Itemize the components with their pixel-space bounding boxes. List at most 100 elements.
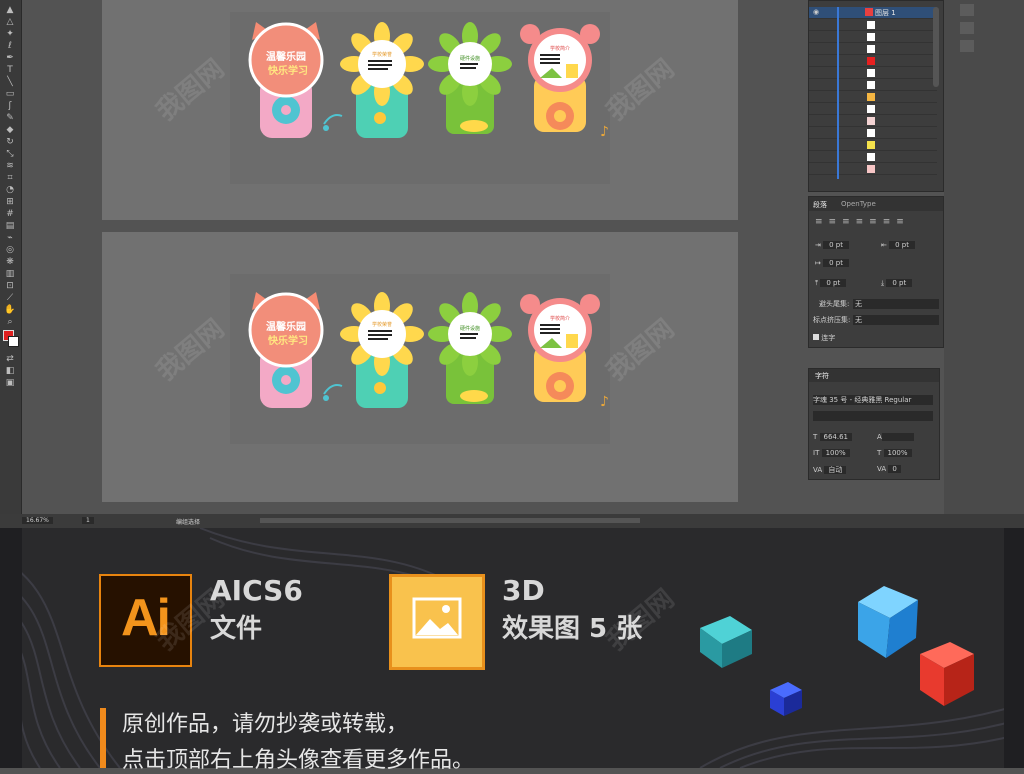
sign-group-top[interactable]: 温馨乐园 快乐学习 学校荣誉 硬件设施 学校简介 ♪	[240, 18, 620, 148]
dock-panel-icon[interactable]	[960, 4, 974, 16]
slice-tool-icon[interactable]: ⟋	[3, 293, 17, 304]
sign-group-bottom[interactable]: 温馨乐园 快乐学习 学校荣誉 硬件设施 学校简介 ♪	[240, 288, 620, 418]
mesh-tool-icon[interactable]: #	[3, 209, 17, 220]
status-bar: 16.67% 1 编组选择	[0, 514, 1024, 528]
horizontal-scrollbar[interactable]	[260, 518, 640, 523]
font-family-select[interactable]: 字魂 35 号 - 经典雅黑 Regular	[813, 395, 933, 405]
shape-builder-tool-icon[interactable]: ◔	[3, 185, 17, 196]
visibility-eye-icon[interactable]: ◉	[813, 8, 819, 16]
svg-text:♪: ♪	[600, 124, 609, 140]
right-dock	[944, 0, 1024, 528]
sublayer-row[interactable]	[809, 55, 937, 67]
font-size-field[interactable]: T 664.61	[813, 433, 853, 441]
dock-panel-icon[interactable]	[960, 40, 974, 52]
note-line-2: 点击顶部右上角头像查看更多作品。	[122, 748, 475, 773]
pen-tool-icon[interactable]: ✒	[3, 53, 17, 64]
rotate-tool-icon[interactable]: ↻	[3, 137, 17, 148]
sublayer-row[interactable]	[809, 67, 937, 79]
magic-wand-tool-icon[interactable]: ✦	[3, 29, 17, 40]
left-edge-strip	[0, 528, 22, 768]
mojikumi-label: 标点挤压集:	[813, 316, 851, 324]
tab-opentype[interactable]: OpenType	[841, 200, 876, 208]
fill-stroke-swatch[interactable]	[3, 330, 19, 352]
sublayer-row[interactable]	[809, 79, 937, 91]
sign1-line2-copy: 快乐学习	[267, 334, 308, 347]
selection-tool-icon[interactable]: ▲	[3, 5, 17, 16]
layer-row-top[interactable]: ◉ 图层 1	[809, 7, 937, 19]
kinsoku-select[interactable]: 无	[853, 299, 939, 309]
paintbrush-tool-icon[interactable]: ʃ	[3, 101, 17, 112]
paragraph-panel: 段落 OpenType ≡≡≡≡≡≡≡ ⇥ 0 pt ⇤ 0 pt ↦ 0 pt…	[808, 196, 944, 348]
sublayer-row[interactable]	[809, 91, 937, 103]
leading-field[interactable]: A	[877, 433, 914, 441]
svg-text:♪: ♪	[600, 394, 609, 410]
rectangle-tool-icon[interactable]: ▭	[3, 89, 17, 100]
layers-scrollbar[interactable]	[933, 7, 939, 87]
page-select[interactable]: 1	[82, 517, 94, 524]
right-edge-strip	[1004, 528, 1024, 768]
screen-mode-icon[interactable]: ▣	[3, 378, 17, 389]
width-tool-icon[interactable]: ≋	[3, 161, 17, 172]
kerning-field[interactable]: VA 自动	[813, 465, 847, 475]
illustrator-window: ▲ △ ✦ ℓ ✒ T ╲ ▭ ʃ ✎ ◆ ↻ ⤡ ≋ ⌗ ◔ ⊞ # ▤ ⌁ …	[0, 0, 1024, 528]
perspective-grid-tool-icon[interactable]: ⊞	[3, 197, 17, 208]
hyphenate-row[interactable]: 连字	[813, 333, 835, 343]
sign2-title-copy: 学校荣誉	[372, 321, 392, 328]
sublayer-row[interactable]	[809, 19, 937, 31]
sublayer-row[interactable]	[809, 103, 937, 115]
indent-right-field[interactable]: ⇤ 0 pt	[881, 241, 915, 249]
sign4-title-copy: 学校简介	[550, 315, 570, 322]
mojikumi-row: 标点挤压集: 无	[813, 315, 939, 325]
tracking-field[interactable]: VA 0	[877, 465, 901, 473]
layer-name[interactable]: 图层 1	[875, 8, 896, 18]
render-title: 3D	[502, 574, 545, 607]
sign4-title: 学校简介	[550, 45, 570, 52]
space-after-field[interactable]: ⤓ 0 pt	[881, 279, 913, 288]
sublayer-row[interactable]	[809, 139, 937, 151]
blend-tool-icon[interactable]: ◎	[3, 245, 17, 256]
alignment-buttons[interactable]: ≡≡≡≡≡≡≡	[815, 217, 910, 227]
scale-tool-icon[interactable]: ⤡	[3, 149, 17, 160]
free-transform-tool-icon[interactable]: ⌗	[3, 173, 17, 184]
sign3-title-copy: 硬件设施	[460, 325, 480, 332]
hyphenate-checkbox[interactable]	[813, 334, 819, 340]
gradient-tool-icon[interactable]: ▤	[3, 221, 17, 232]
zoom-tool-icon[interactable]: ⌕	[3, 317, 17, 328]
drawing-mode-icon[interactable]: ◧	[3, 366, 17, 377]
sign1-line1-copy: 温馨乐园	[266, 320, 306, 333]
pencil-tool-icon[interactable]: ✎	[3, 113, 17, 124]
eraser-tool-icon[interactable]: ◆	[3, 125, 17, 136]
mojikumi-select[interactable]: 无	[853, 315, 939, 325]
sublayer-row[interactable]	[809, 115, 937, 127]
sublayer-row[interactable]	[809, 163, 937, 175]
sign3-title: 硬件设施	[460, 55, 480, 62]
eyedropper-tool-icon[interactable]: ⌁	[3, 233, 17, 244]
layer-selection-bar	[837, 7, 839, 179]
horizontal-scale-field[interactable]: T 100%	[877, 449, 912, 457]
sublayer-row[interactable]	[809, 43, 937, 55]
font-style-select[interactable]	[813, 411, 933, 421]
swap-colors-icon[interactable]: ⇄	[3, 354, 17, 365]
tab-paragraph[interactable]: 段落	[813, 200, 827, 210]
line-tool-icon[interactable]: ╲	[3, 77, 17, 88]
zoom-select[interactable]: 16.67%	[22, 517, 53, 524]
symbol-sprayer-tool-icon[interactable]: ❋	[3, 257, 17, 268]
hand-tool-icon[interactable]: ✋	[3, 305, 17, 316]
tools-panel: ▲ △ ✦ ℓ ✒ T ╲ ▭ ʃ ✎ ◆ ↻ ⤡ ≋ ⌗ ◔ ⊞ # ▤ ⌁ …	[0, 0, 22, 528]
column-graph-tool-icon[interactable]: ▥	[3, 269, 17, 280]
character-panel-header: 字符	[809, 369, 939, 382]
sublayer-row[interactable]	[809, 127, 937, 139]
lasso-tool-icon[interactable]: ℓ	[3, 41, 17, 52]
direct-selection-tool-icon[interactable]: △	[3, 17, 17, 28]
dock-panel-icon[interactable]	[960, 22, 974, 34]
indent-left-field[interactable]: ⇥ 0 pt	[815, 241, 849, 249]
type-tool-icon[interactable]: T	[3, 65, 17, 76]
layer-color-swatch	[865, 8, 873, 16]
character-panel: 字符 字魂 35 号 - 经典雅黑 Regular T 664.61 A IT …	[808, 368, 940, 480]
space-before-field[interactable]: ⤒ 0 pt	[815, 279, 847, 288]
sublayer-row[interactable]	[809, 151, 937, 163]
vertical-scale-field[interactable]: IT 100%	[813, 449, 850, 457]
sublayer-row[interactable]	[809, 31, 937, 43]
artboard-tool-icon[interactable]: ⊡	[3, 281, 17, 292]
first-line-indent-field[interactable]: ↦ 0 pt	[815, 259, 849, 267]
